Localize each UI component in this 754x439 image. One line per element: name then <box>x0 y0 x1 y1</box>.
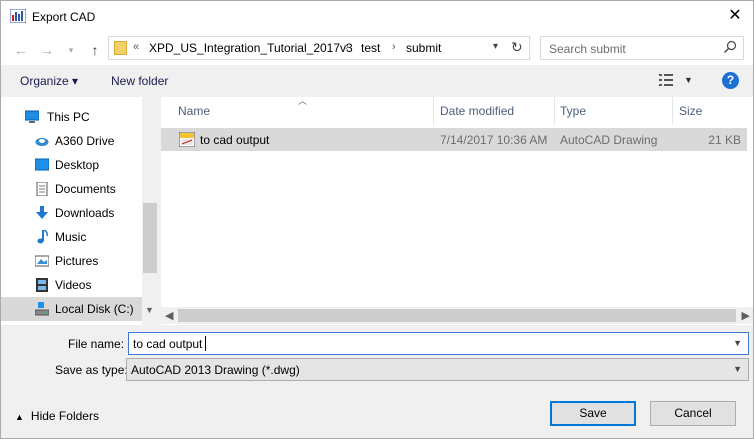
breadcrumb-separator[interactable]: › <box>392 41 396 53</box>
export-cad-dialog: Export CAD ✕ ← → ▾ ↑ « XPD_US_Integratio… <box>0 0 754 439</box>
nav-item-a360-drive[interactable]: A360 Drive <box>1 129 142 153</box>
folder-icon <box>114 41 127 55</box>
horizontal-scrollbar[interactable]: ◀ ▶ <box>161 307 753 324</box>
horizontal-scrollbar-thumb[interactable] <box>178 309 736 322</box>
organize-button[interactable]: Organize ▾ <box>20 74 78 88</box>
desktop-icon <box>35 158 49 171</box>
recent-locations-chevron-icon[interactable]: ▾ <box>63 42 79 58</box>
file-date: 7/14/2017 10:36 AM <box>440 133 548 147</box>
search-icon[interactable] <box>723 40 737 54</box>
forward-arrow-icon[interactable]: → <box>39 42 55 58</box>
music-icon <box>37 230 48 244</box>
up-arrow-icon[interactable]: ↑ <box>87 42 103 58</box>
scroll-right-arrow-icon[interactable]: ▶ <box>742 309 750 322</box>
pictures-icon <box>35 255 49 267</box>
nav-label: This PC <box>47 110 90 124</box>
close-button[interactable]: ✕ <box>727 8 743 24</box>
savetype-label: Save as type: <box>55 363 128 377</box>
new-folder-button[interactable]: New folder <box>111 74 168 88</box>
scroll-left-arrow-icon[interactable]: ◀ <box>165 309 173 322</box>
nav-label: A360 Drive <box>55 134 115 148</box>
videos-icon <box>36 278 48 292</box>
nav-label: Pictures <box>55 254 99 268</box>
savetype-value: AutoCAD 2013 Drawing (*.dwg) <box>131 363 300 377</box>
file-type: AutoCAD Drawing <box>560 133 658 147</box>
cancel-button[interactable]: Cancel <box>650 401 736 426</box>
view-details-icon[interactable] <box>658 73 674 87</box>
breadcrumb-separator[interactable]: › <box>345 41 349 53</box>
column-header-size[interactable]: Size <box>673 97 748 125</box>
documents-icon <box>36 182 48 196</box>
filename-field[interactable]: to cad output ▼ <box>128 332 749 355</box>
breadcrumb-overflow[interactable]: « <box>133 41 139 53</box>
file-row[interactable]: to cad output 7/14/2017 10:36 AM AutoCAD… <box>161 128 747 151</box>
app-icon <box>10 9 26 23</box>
nav-item-videos[interactable]: Videos <box>1 273 142 297</box>
help-icon[interactable]: ? <box>722 72 739 89</box>
window-title: Export CAD <box>32 10 96 24</box>
nav-item-desktop[interactable]: Desktop <box>1 153 142 177</box>
breadcrumb-item[interactable]: XPD_US_Integration_Tutorial_2017v3 <box>149 41 353 55</box>
filename-label: File name: <box>68 337 125 351</box>
save-button[interactable]: Save <box>550 401 636 426</box>
downloads-icon <box>36 206 48 219</box>
nav-label: Documents <box>55 182 116 196</box>
text-cursor <box>205 336 206 351</box>
navigation-pane: This PC A360 Drive Desktop Documents Dow… <box>1 97 158 325</box>
chevron-up-icon: ▲ <box>15 412 24 422</box>
dwg-file-icon <box>179 132 195 147</box>
file-list: ︿ Name Date modified Type Size to cad ou… <box>161 96 753 325</box>
nav-label: Downloads <box>55 206 115 220</box>
nav-item-this-pc[interactable]: This PC <box>1 105 142 129</box>
chevron-down-icon[interactable]: ▼ <box>733 338 742 348</box>
nav-item-downloads[interactable]: Downloads <box>1 201 142 225</box>
address-row: ← → ▾ ↑ « XPD_US_Integration_Tutorial_20… <box>1 33 753 65</box>
breadcrumb-item[interactable]: test <box>361 41 380 55</box>
nav-scrollbar[interactable]: ▼ <box>142 97 158 325</box>
breadcrumb-item[interactable]: submit <box>406 41 441 55</box>
search-input[interactable]: Search submit <box>540 36 744 60</box>
save-as-type-select[interactable]: AutoCAD 2013 Drawing (*.dwg) ▼ <box>126 358 749 381</box>
nav-label: Videos <box>55 278 92 292</box>
nav-label: Local Disk (C:) <box>55 302 134 316</box>
view-dropdown-icon[interactable]: ▼ <box>684 75 693 85</box>
computer-icon <box>25 110 39 123</box>
nav-item-pictures[interactable]: Pictures <box>1 249 142 273</box>
nav-item-local-disk-c[interactable]: Local Disk (C:) <box>1 297 142 321</box>
nav-label: Music <box>55 230 87 244</box>
nav-item-documents[interactable]: Documents <box>1 177 142 201</box>
address-dropdown-icon[interactable]: ▾ <box>493 41 498 52</box>
cloud-drive-icon <box>35 138 49 146</box>
column-header-name[interactable]: Name <box>161 97 433 125</box>
column-header-type[interactable]: Type <box>555 97 672 125</box>
file-size: 21 KB <box>708 133 741 147</box>
command-bar: Organize ▾ New folder ▼ ? <box>1 65 753 97</box>
disk-icon <box>35 302 49 316</box>
nav-item-music[interactable]: Music <box>1 225 142 249</box>
address-bar[interactable]: « XPD_US_Integration_Tutorial_2017v3 › t… <box>108 36 530 60</box>
search-placeholder: Search submit <box>549 42 626 56</box>
refresh-icon[interactable]: ↻ <box>511 39 523 56</box>
chevron-down-icon[interactable]: ▼ <box>733 364 742 374</box>
filename-value: to cad output <box>133 337 203 351</box>
scroll-down-arrow-icon[interactable]: ▼ <box>145 305 154 315</box>
file-name: to cad output <box>200 133 270 147</box>
hide-folders-label: Hide Folders <box>30 409 99 423</box>
nav-label: Desktop <box>55 158 100 172</box>
column-header-date-modified[interactable]: Date modified <box>434 97 554 125</box>
nav-scrollbar-thumb[interactable] <box>143 203 157 273</box>
title-bar: Export CAD ✕ <box>1 1 753 33</box>
back-arrow-icon[interactable]: ← <box>13 42 29 58</box>
hide-folders-button[interactable]: ▲ Hide Folders <box>15 409 99 423</box>
